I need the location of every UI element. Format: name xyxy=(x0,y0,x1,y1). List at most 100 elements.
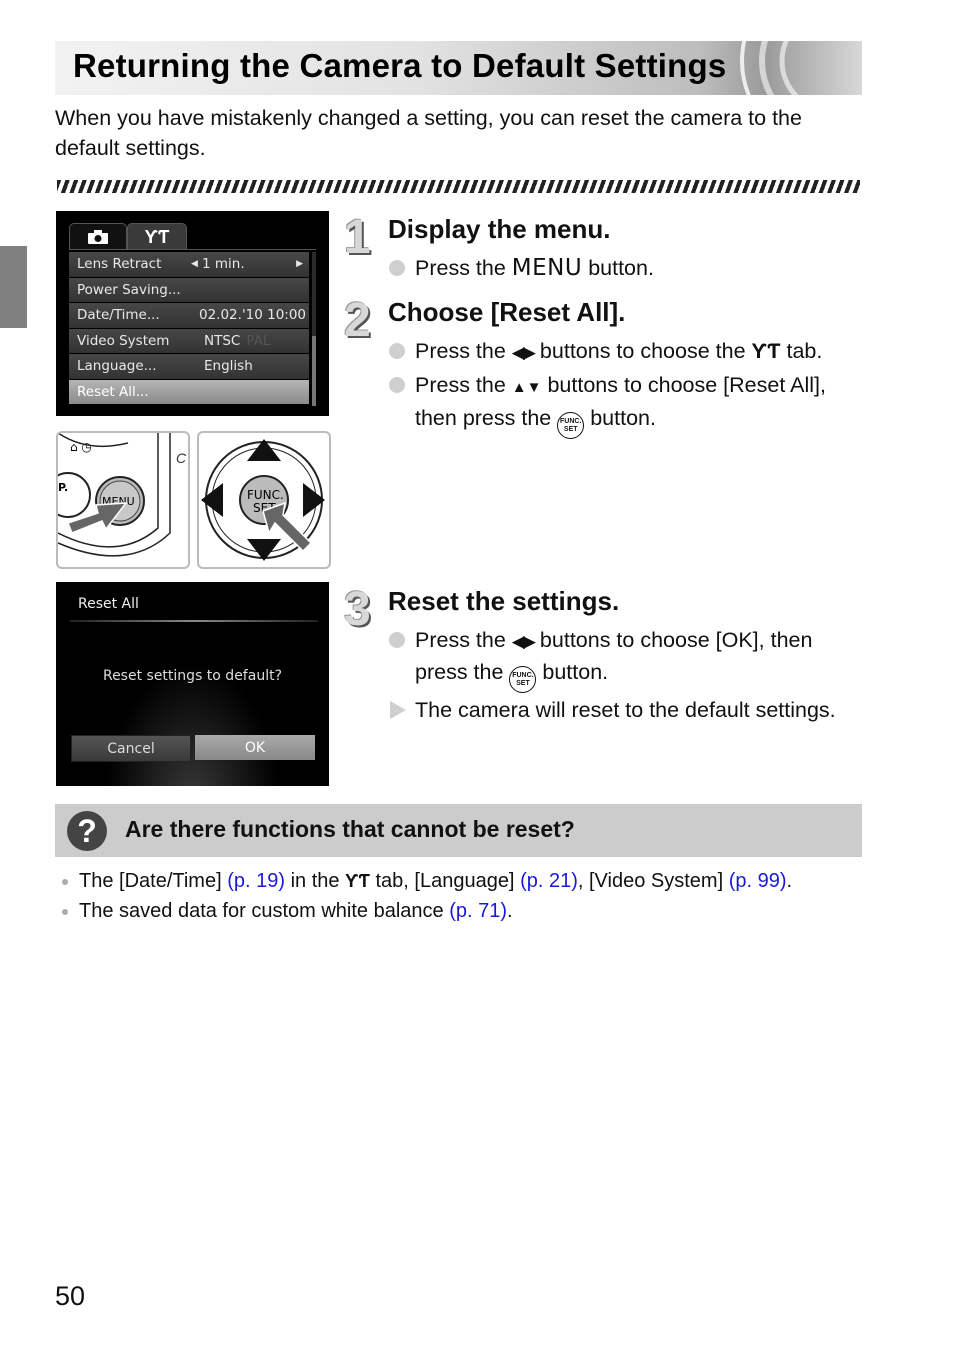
tools-icon: ƳƬ xyxy=(751,340,781,363)
menu-row-value: 1 min. xyxy=(202,256,245,273)
menu-row-video-system: Video System NTSC PAL xyxy=(69,328,309,353)
step-result: The camera will reset to the default set… xyxy=(388,695,848,725)
reset-all-dialog-screen: Reset All Reset settings to default? Can… xyxy=(56,582,329,786)
value-ntsc: NTSC xyxy=(204,332,241,349)
text: . xyxy=(507,900,513,922)
dialog-divider xyxy=(70,620,318,622)
step-bullet: Press the ◀▶ buttons to choose the ƳƬ ta… xyxy=(388,336,848,368)
camera-icon xyxy=(88,230,108,244)
text: buttons to choose the xyxy=(533,339,752,363)
menu-row-date-time: Date/Time... 02.02.'10 10:00 xyxy=(69,303,309,328)
up-down-keys-icon: ▲▼ xyxy=(511,379,542,396)
menu-row-label: Date/Time... xyxy=(77,307,160,324)
text: button. xyxy=(582,256,654,280)
svg-text:FUNC.: FUNC. xyxy=(247,488,284,502)
text: The saved data for custom white balance xyxy=(79,900,450,922)
tab-tools: ƳƬ xyxy=(127,223,187,250)
tab-camera xyxy=(69,223,127,250)
menu-row-value: 02.02.'10 10:00 xyxy=(199,307,307,324)
page-title: Returning the Camera to Default Settings xyxy=(73,47,727,84)
text: button. xyxy=(536,660,609,684)
menu-key-icon: MENU xyxy=(511,255,583,281)
text: tab. xyxy=(780,339,823,363)
page-link-99[interactable]: (p. 99) xyxy=(729,870,787,892)
menu-row-reset-all: Reset All... xyxy=(69,379,309,404)
decorative-rings-icon xyxy=(740,41,799,95)
step-number: 2 xyxy=(344,294,371,347)
text: button. xyxy=(584,406,656,430)
text: . xyxy=(786,870,793,892)
ok-button: OK xyxy=(195,735,315,760)
faq-item: The [Date/Time] (p. 19) in the ƳƬ tab, [… xyxy=(60,868,860,895)
text: The [Date/Time] xyxy=(79,870,228,892)
svg-text:P.: P. xyxy=(58,481,68,494)
control-dial-icon: FUNC. SET xyxy=(201,439,325,561)
menu-row-label: Language... xyxy=(77,358,157,375)
func-label: FUNC. xyxy=(512,672,534,679)
page-link-19[interactable]: (p. 19) xyxy=(227,870,285,892)
text: Press the xyxy=(415,628,512,652)
svg-text:⌂ ◷: ⌂ ◷ xyxy=(70,440,92,454)
bullet-dot-icon xyxy=(389,377,405,393)
step-number: 3 xyxy=(344,583,371,636)
func-set-icon: FUNC. SET xyxy=(509,666,537,693)
step-title: Display the menu. xyxy=(388,214,611,244)
right-arrow-icon: ▶ xyxy=(296,259,303,270)
page-link-71[interactable]: (p. 71) xyxy=(449,900,507,922)
result-arrow-icon xyxy=(390,701,406,719)
left-right-keys-icon: ◀▶ xyxy=(511,343,536,362)
bullet-dot-icon xyxy=(62,879,68,885)
menu-row-label: Lens Retract xyxy=(77,256,162,273)
title-banner: Returning the Camera to Default Settings xyxy=(55,41,862,95)
menu-row-power-saving: Power Saving... xyxy=(69,277,309,302)
set-label: SET xyxy=(516,680,530,687)
text: , [Video System] xyxy=(577,870,729,892)
step-bullet: Press the ◀▶ buttons to choose [OK], the… xyxy=(388,625,848,693)
left-arrow-icon: ◀ xyxy=(191,259,198,270)
dialog-title: Reset All xyxy=(78,596,139,612)
text: Press the xyxy=(415,339,512,363)
menu-button-press-icon: P. MENU ⌂ ◷ C xyxy=(58,433,187,557)
page-number: 50 xyxy=(55,1281,86,1311)
menu-row-value: NTSC PAL xyxy=(204,333,270,349)
step-title: Choose [Reset All]. xyxy=(388,297,626,327)
menu-list: Lens Retract ◀ 1 min. ▶ Power Saving... … xyxy=(69,252,309,405)
camera-menu-screen: ƳƬ Lens Retract ◀ 1 min. ▶ Power Saving.… xyxy=(56,211,329,416)
text: Press the xyxy=(415,256,512,280)
intro-text: When you have mistakenly changed a setti… xyxy=(55,106,802,160)
left-arrow-icon xyxy=(201,483,223,517)
faq-item: The saved data for custom white balance … xyxy=(60,898,860,925)
faq-header: ? Are there functions that cannot be res… xyxy=(55,804,862,857)
text: Press the xyxy=(415,373,512,397)
bullet-dot-icon xyxy=(389,260,405,276)
tab-divider xyxy=(69,249,316,250)
text: in the xyxy=(285,870,346,892)
menu-row-lens-retract: Lens Retract ◀ 1 min. ▶ xyxy=(69,252,309,277)
tools-icon: ƳƬ xyxy=(345,871,370,891)
cancel-button: Cancel xyxy=(71,735,191,762)
tools-icon: ƳƬ xyxy=(144,226,170,247)
svg-text:C: C xyxy=(176,450,187,466)
step-bullet: Press the ▲▼ buttons to choose [Reset Al… xyxy=(388,370,848,439)
bullet-dot-icon xyxy=(389,632,405,648)
faq-list: The [Date/Time] (p. 19) in the ƳƬ tab, [… xyxy=(60,868,860,928)
text: tab, [Language] xyxy=(369,870,521,892)
menu-scroll-thumb xyxy=(312,336,316,406)
menu-row-label: Power Saving... xyxy=(77,281,181,298)
func-label: FUNC. xyxy=(560,418,582,425)
text: The camera will reset to the default set… xyxy=(415,698,836,722)
page-link-21[interactable]: (p. 21) xyxy=(520,870,578,892)
bullet-dot-icon xyxy=(62,909,68,915)
step-number: 1 xyxy=(344,211,371,264)
illustration-menu-button: P. MENU ⌂ ◷ C xyxy=(56,431,190,569)
divider-hatch xyxy=(57,180,860,193)
left-right-keys-icon: ◀▶ xyxy=(511,632,536,651)
set-label: SET xyxy=(563,426,578,433)
bullet-dot-icon xyxy=(389,343,405,359)
menu-row-label: Video System xyxy=(77,332,170,349)
func-set-icon: FUNC. SET xyxy=(557,412,585,439)
step-title: Reset the settings. xyxy=(388,586,620,616)
value-pal: PAL xyxy=(246,332,271,349)
menu-row-value: English xyxy=(204,358,253,375)
chapter-side-tab xyxy=(0,246,27,328)
